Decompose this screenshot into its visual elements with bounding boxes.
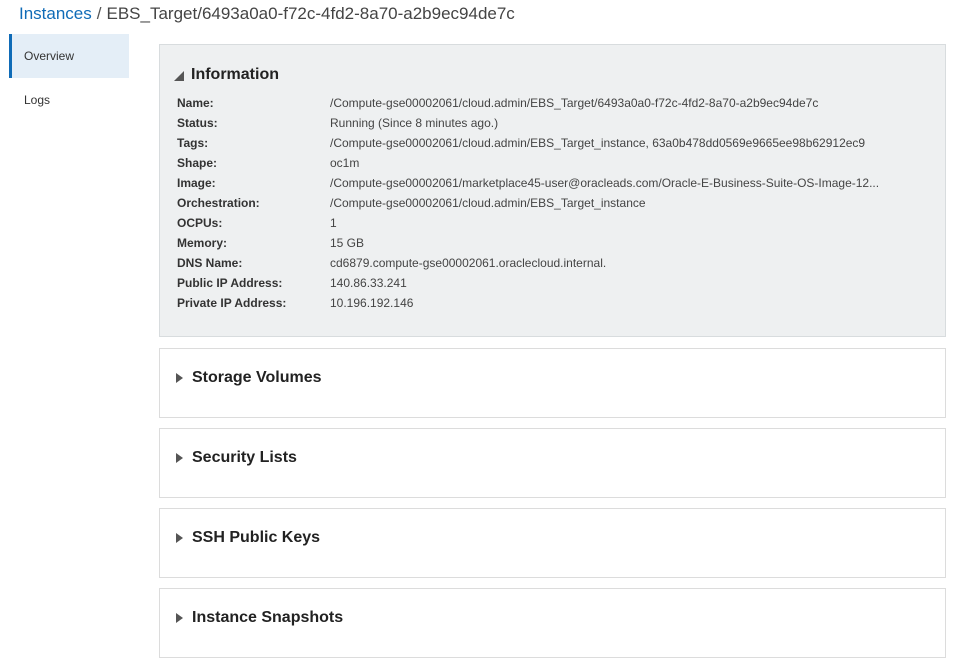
- detail-value: /Compute-gse00002061/marketplace45-user@…: [330, 176, 880, 190]
- detail-label: Image:: [177, 176, 216, 190]
- expand-triangle-icon: [174, 530, 190, 546]
- ssh-public-keys-panel: SSH Public Keys: [159, 508, 946, 578]
- detail-value: Running (Since 8 minutes ago.): [330, 116, 499, 130]
- detail-row-memory: Memory: 15 GB: [177, 233, 879, 253]
- detail-value: /Compute-gse00002061/cloud.admin/EBS_Tar…: [330, 96, 819, 110]
- ssh-public-keys-toggle[interactable]: SSH Public Keys: [174, 528, 320, 548]
- information-panel: Information Name: /Compute-gse00002061/cl…: [159, 44, 946, 337]
- information-title: Information: [191, 66, 279, 83]
- detail-row-public-ip: Public IP Address: 140.86.33.241: [177, 273, 879, 293]
- sidebar-nav: Overview Logs: [9, 34, 129, 122]
- collapse-triangle-icon: [173, 67, 189, 83]
- detail-label: Tags:: [177, 136, 209, 150]
- storage-volumes-title: Storage Volumes: [192, 369, 322, 386]
- detail-label: Shape:: [177, 156, 218, 170]
- detail-label: OCPUs:: [177, 216, 223, 230]
- information-details: Name: /Compute-gse00002061/cloud.admin/EB…: [177, 93, 879, 313]
- storage-volumes-panel: Storage Volumes: [159, 348, 946, 418]
- ssh-public-keys-title: SSH Public Keys: [192, 529, 321, 546]
- breadcrumb: Instances / EBS_Target/6493a0a0-f72c-4fd2-…: [19, 3, 515, 25]
- detail-value: oc1m: [330, 156, 360, 170]
- detail-row-private-ip: Private IP Address: 10.196.192.146: [177, 293, 879, 313]
- detail-label: Private IP Address:: [177, 296, 287, 310]
- detail-value: cd6879.compute-gse00002061.oraclecloud.i…: [330, 256, 607, 270]
- sidebar-item-overview[interactable]: Overview: [9, 34, 129, 78]
- detail-row-shape: Shape: oc1m: [177, 153, 879, 173]
- detail-value: 10.196.192.146: [330, 296, 414, 310]
- security-lists-toggle[interactable]: Security Lists: [174, 448, 297, 468]
- detail-value: 1: [330, 216, 337, 230]
- sidebar-item-logs[interactable]: Logs: [9, 78, 129, 122]
- detail-row-orchestration: Orchestration: /Compute-gse00002061/cloud…: [177, 193, 879, 213]
- detail-row-image: Image: /Compute-gse00002061/marketplace45…: [177, 173, 879, 193]
- detail-value: 15 GB: [330, 236, 365, 250]
- detail-label: Name:: [177, 96, 214, 110]
- instance-snapshots-toggle[interactable]: Instance Snapshots: [174, 608, 343, 628]
- detail-label: Status:: [177, 116, 218, 130]
- breadcrumb-instances-link[interactable]: Instances: [19, 4, 92, 23]
- detail-row-name: Name: /Compute-gse00002061/cloud.admin/EB…: [177, 93, 879, 113]
- security-lists-title: Security Lists: [192, 449, 297, 466]
- detail-label: DNS Name:: [177, 256, 243, 270]
- breadcrumb-current: EBS_Target/6493a0a0-f72c-4fd2-8a70-a2b9e…: [106, 4, 515, 23]
- detail-value: /Compute-gse00002061/cloud.admin/EBS_Tar…: [330, 196, 646, 210]
- detail-label: Memory:: [177, 236, 228, 250]
- expand-triangle-icon: [174, 450, 190, 466]
- expand-triangle-icon: [174, 370, 190, 386]
- instance-snapshots-title: Instance Snapshots: [192, 609, 344, 626]
- breadcrumb-separator: /: [96, 4, 102, 23]
- detail-label: Public IP Address:: [177, 276, 283, 290]
- expand-triangle-icon: [174, 610, 190, 626]
- detail-value: /Compute-gse00002061/cloud.admin/EBS_Tar…: [330, 136, 866, 150]
- detail-row-dns-name: DNS Name: cd6879.compute-gse00002061.orac…: [177, 253, 879, 273]
- information-toggle[interactable]: Information: [173, 65, 279, 85]
- detail-value: 140.86.33.241: [330, 276, 407, 290]
- detail-label: Orchestration:: [177, 196, 260, 210]
- security-lists-panel: Security Lists: [159, 428, 946, 498]
- detail-row-tags: Tags: /Compute-gse00002061/cloud.admin/EB…: [177, 133, 879, 153]
- detail-row-status: Status: Running (Since 8 minutes ago.): [177, 113, 879, 133]
- storage-volumes-toggle[interactable]: Storage Volumes: [174, 368, 322, 388]
- detail-row-ocpus: OCPUs: 1: [177, 213, 879, 233]
- instance-snapshots-panel: Instance Snapshots: [159, 588, 946, 658]
